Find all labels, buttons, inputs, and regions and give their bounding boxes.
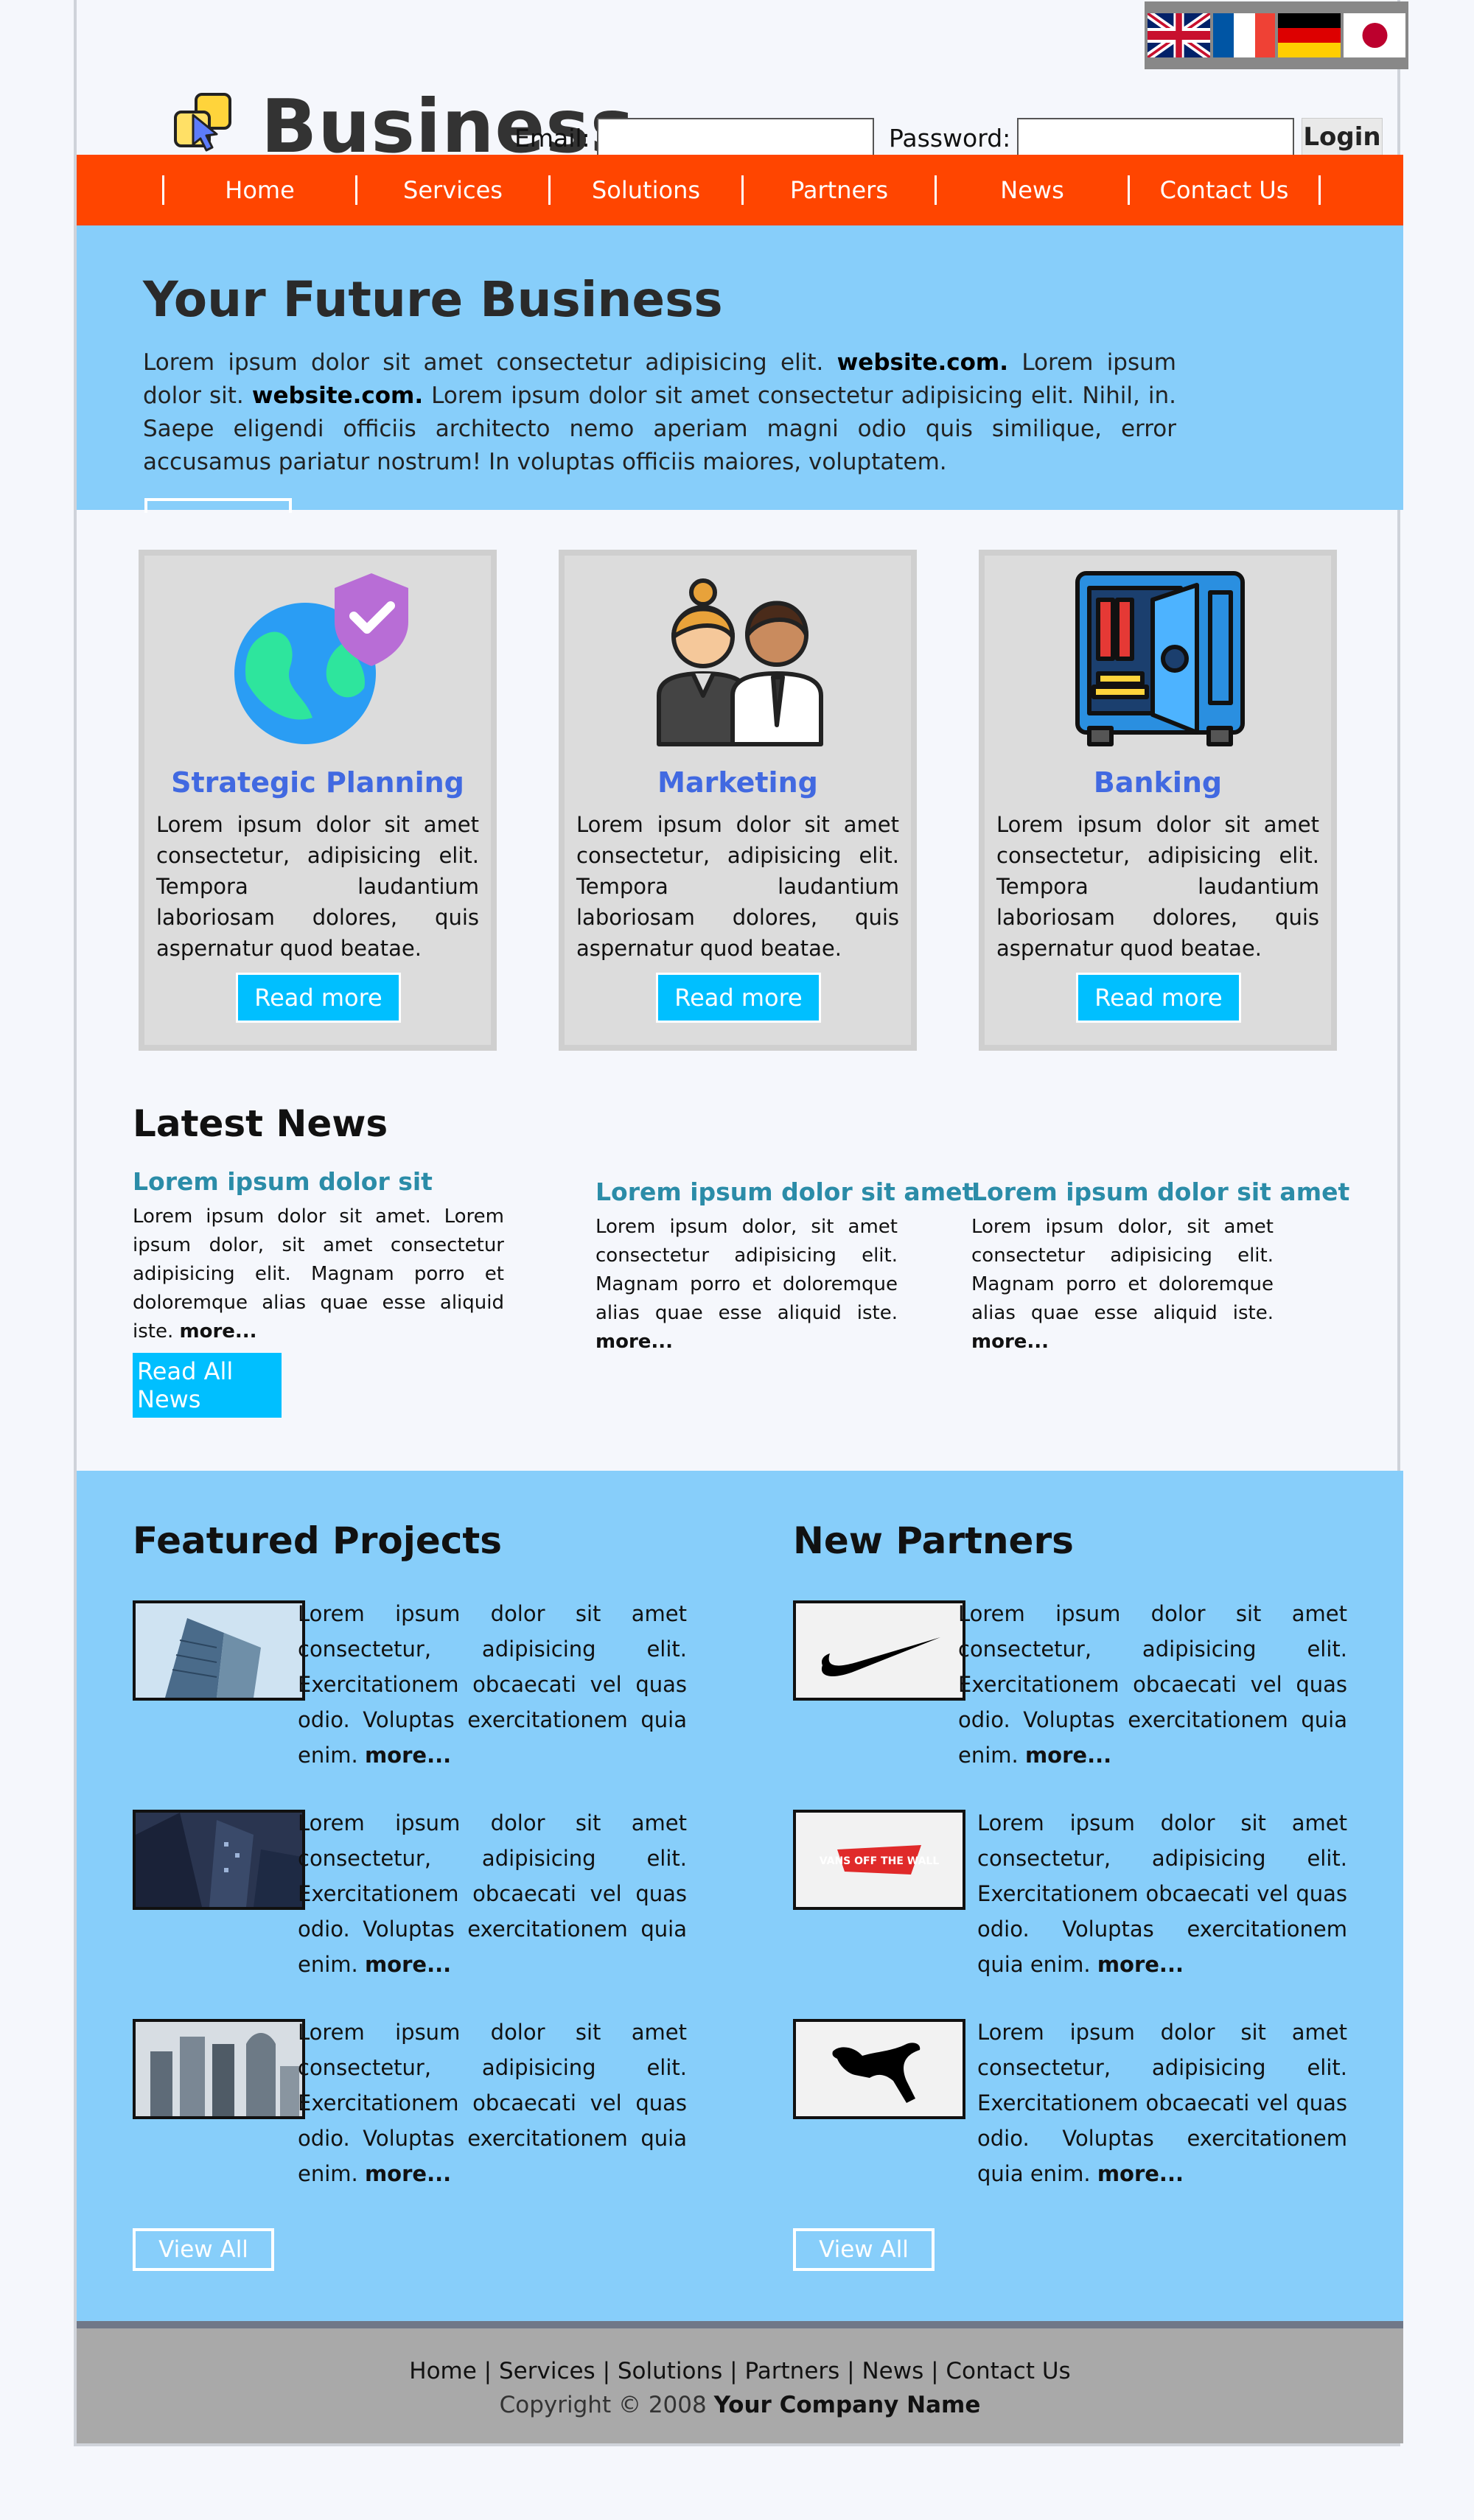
nav-contact[interactable]: Contact Us xyxy=(1128,175,1321,205)
germany-flag-icon[interactable] xyxy=(1278,13,1341,57)
email-label: Email: xyxy=(514,124,590,153)
nav-solutions[interactable]: Solutions xyxy=(548,175,741,205)
project-text: Lorem ipsum dolor sit amet consectetur, … xyxy=(298,1810,687,1977)
france-flag-icon[interactable] xyxy=(1212,13,1275,57)
read-more-button[interactable]: Read more xyxy=(656,973,821,1023)
project-text: Lorem ipsum dolor sit amet consectetur, … xyxy=(298,1601,687,1768)
hero-section: Your Future Business Lorem ipsum dolor s… xyxy=(77,225,1403,513)
company-name: Your Company Name xyxy=(713,2392,981,2418)
password-field[interactable] xyxy=(1017,118,1294,156)
footer-links: Home | Services | Solutions | Partners |… xyxy=(409,2358,1071,2384)
project-text: Lorem ipsum dolor sit amet consectetur, … xyxy=(298,2020,687,2186)
card-title: Marketing xyxy=(657,766,818,799)
more-link[interactable]: more... xyxy=(180,1320,257,1343)
service-card: Strategic Planning Lorem ipsum dolor sit… xyxy=(139,550,497,1051)
partners-heading: New Partners xyxy=(793,1519,1074,1562)
news-text: Lorem ipsum dolor sit amet. Lorem ipsum … xyxy=(133,1205,504,1343)
project-thumbnail[interactable] xyxy=(133,1810,305,1910)
read-all-news-button[interactable]: Read All News xyxy=(133,1353,282,1418)
partner-text: Lorem ipsum dolor sit amet consectetur, … xyxy=(958,1601,1347,1768)
partner-text: Lorem ipsum dolor sit amet consectetur, … xyxy=(977,1810,1347,1977)
more-link[interactable]: more... xyxy=(365,1743,451,1768)
project-thumbnail[interactable] xyxy=(133,2019,305,2119)
globe-shield-icon xyxy=(231,570,408,747)
news-title[interactable]: Lorem ipsum dolor sit amet xyxy=(595,1177,974,1206)
more-link[interactable]: more... xyxy=(1025,1743,1111,1768)
featured-view-all-button[interactable]: View All xyxy=(133,2228,274,2271)
hero-button[interactable] xyxy=(144,498,292,513)
vans-logo-text: VANS OFF THE WALL xyxy=(820,1855,940,1867)
footer-link-solutions[interactable]: Solutions xyxy=(618,2358,722,2384)
card-text: Lorem ipsum dolor sit amet consectetur, … xyxy=(576,812,899,961)
hero-link[interactable]: website.com. xyxy=(837,349,1008,376)
more-link[interactable]: more... xyxy=(971,1331,1049,1353)
safe-vault-icon xyxy=(1072,570,1248,747)
news-heading: Latest News xyxy=(133,1102,388,1145)
copyright: Copyright © 2008 Your Company Name xyxy=(499,2392,981,2418)
featured-section: Featured Projects New Partners Lorem ips… xyxy=(77,1471,1403,2324)
project-thumbnail[interactable] xyxy=(133,1600,305,1701)
more-link[interactable]: more... xyxy=(595,1331,673,1353)
nav-home[interactable]: Home xyxy=(162,175,355,205)
footer-link-home[interactable]: Home xyxy=(409,2358,477,2384)
nav-news[interactable]: News xyxy=(935,175,1128,205)
hero-link[interactable]: website.com. xyxy=(252,382,423,409)
footer-link-services[interactable]: Services xyxy=(499,2358,595,2384)
page-container: Business Email: Password: Login Home Ser… xyxy=(74,0,1408,2446)
more-link[interactable]: more... xyxy=(1097,1952,1184,1977)
vans-logo[interactable]: VANS OFF THE WALL xyxy=(793,1810,965,1910)
more-link[interactable]: more... xyxy=(365,2161,451,2186)
hero-title: Your Future Business xyxy=(143,271,723,328)
footer-link-partners[interactable]: Partners xyxy=(744,2358,839,2384)
footer: Home | Services | Solutions | Partners |… xyxy=(77,2321,1403,2443)
card-text: Lorem ipsum dolor sit amet consectetur, … xyxy=(156,812,479,961)
more-link[interactable]: more... xyxy=(365,1952,451,1977)
partners-view-all-button[interactable]: View All xyxy=(793,2228,935,2271)
email-field[interactable] xyxy=(597,118,874,156)
news-text: Lorem ipsum dolor, sit amet consectetur … xyxy=(971,1216,1274,1353)
uk-flag-icon[interactable] xyxy=(1148,13,1210,57)
nike-logo[interactable] xyxy=(793,1600,965,1701)
language-switcher xyxy=(1145,1,1408,69)
hero-text: Lorem ipsum dolor sit amet consectetur a… xyxy=(143,349,1177,475)
team-people-icon xyxy=(652,570,828,747)
logo-icon xyxy=(171,90,237,156)
japan-flag-icon[interactable] xyxy=(1343,13,1405,57)
more-link[interactable]: more... xyxy=(1097,2161,1184,2186)
service-card: Marketing Lorem ipsum dolor sit amet con… xyxy=(559,550,917,1051)
card-text: Lorem ipsum dolor sit amet consectetur, … xyxy=(996,812,1319,961)
news-title[interactable]: Lorem ipsum dolor sit amet xyxy=(971,1177,1349,1206)
service-card: Banking Lorem ipsum dolor sit amet conse… xyxy=(979,550,1337,1051)
read-more-button[interactable]: Read more xyxy=(236,973,401,1023)
news-text: Lorem ipsum dolor, sit amet consectetur … xyxy=(595,1216,898,1353)
nav-services[interactable]: Services xyxy=(355,175,548,205)
footer-link-news[interactable]: News xyxy=(862,2358,923,2384)
password-label: Password: xyxy=(889,124,1011,153)
card-title: Strategic Planning xyxy=(171,766,464,799)
news-title[interactable]: Lorem ipsum dolor sit xyxy=(133,1167,433,1196)
partner-text: Lorem ipsum dolor sit amet consectetur, … xyxy=(977,2020,1347,2186)
main-nav: Home Services Solutions Partners News Co… xyxy=(77,155,1403,225)
featured-heading: Featured Projects xyxy=(133,1519,503,1562)
read-more-button[interactable]: Read more xyxy=(1076,973,1241,1023)
login-button[interactable]: Login xyxy=(1302,118,1383,156)
footer-link-contact[interactable]: Contact Us xyxy=(946,2358,1070,2384)
nav-partners[interactable]: Partners xyxy=(741,175,935,205)
card-title: Banking xyxy=(1093,766,1223,799)
puma-logo[interactable] xyxy=(793,2019,965,2119)
